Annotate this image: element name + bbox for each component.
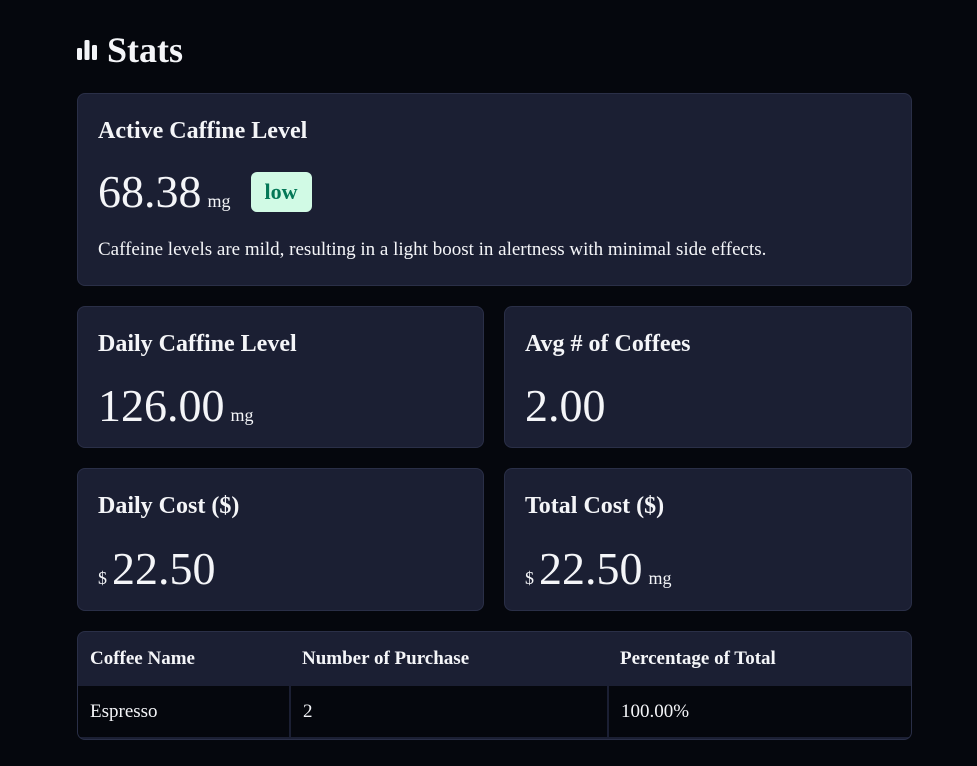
column-header-number-of-purchase: Number of Purchase	[302, 648, 470, 669]
daily-cost-card: Daily Cost ($) $ 22.50	[77, 468, 484, 611]
coffee-table: Coffee Name Number of Purchase Percentag…	[78, 632, 911, 737]
table-row: Espresso 2 100.00%	[78, 686, 911, 737]
avg-coffees-value-row: 2.00	[525, 383, 606, 429]
active-caffeine-value-row: 68.38 mg low	[98, 169, 312, 215]
daily-cost-value-row: $ 22.50	[98, 546, 216, 592]
active-caffeine-value: 68.38	[98, 166, 202, 217]
total-cost-currency: $	[525, 568, 534, 588]
active-caffeine-title: Active Caffine Level	[98, 118, 308, 144]
total-cost-unit: mg	[648, 568, 672, 588]
total-cost-value-row: $ 22.50 mg	[525, 546, 672, 592]
daily-cost-title: Daily Cost ($)	[98, 493, 240, 519]
cell-coffee-name: Espresso	[78, 686, 291, 737]
active-caffeine-description: Caffeine levels are mild, resulting in a…	[98, 239, 767, 260]
table-header-row: Coffee Name Number of Purchase Percentag…	[78, 632, 911, 686]
total-cost-value: 22.50	[539, 543, 643, 594]
daily-cost-value: 22.50	[112, 543, 216, 594]
daily-caffeine-card: Daily Caffine Level 126.00 mg	[77, 306, 484, 448]
avg-coffees-value: 2.00	[525, 380, 606, 431]
cell-number-of-purchase: 2	[290, 686, 609, 737]
status-badge: low	[250, 172, 312, 212]
active-caffeine-card: Active Caffine Level 68.38 mg low Caffei…	[77, 93, 912, 286]
column-header-percentage-of-total: Percentage of Total	[620, 648, 776, 669]
daily-caffeine-value-row: 126.00 mg	[98, 383, 254, 429]
total-cost-title: Total Cost ($)	[525, 493, 665, 519]
active-caffeine-unit: mg	[207, 191, 231, 211]
avg-coffees-title: Avg # of Coffees	[525, 331, 691, 357]
coffee-table-container: Coffee Name Number of Purchase Percentag…	[77, 631, 912, 740]
daily-cost-currency: $	[98, 568, 107, 588]
daily-caffeine-value: 126.00	[98, 380, 225, 431]
page-header: Stats	[77, 28, 183, 72]
column-header-coffee-name: Coffee Name	[90, 648, 195, 669]
bar-chart-icon	[77, 40, 97, 60]
avg-coffees-card: Avg # of Coffees 2.00	[504, 306, 912, 448]
page-title: Stats	[107, 30, 184, 70]
daily-caffeine-unit: mg	[230, 405, 254, 425]
cell-percentage-of-total: 100.00%	[608, 686, 911, 737]
daily-caffeine-title: Daily Caffine Level	[98, 331, 297, 357]
total-cost-card: Total Cost ($) $ 22.50 mg	[504, 468, 912, 611]
